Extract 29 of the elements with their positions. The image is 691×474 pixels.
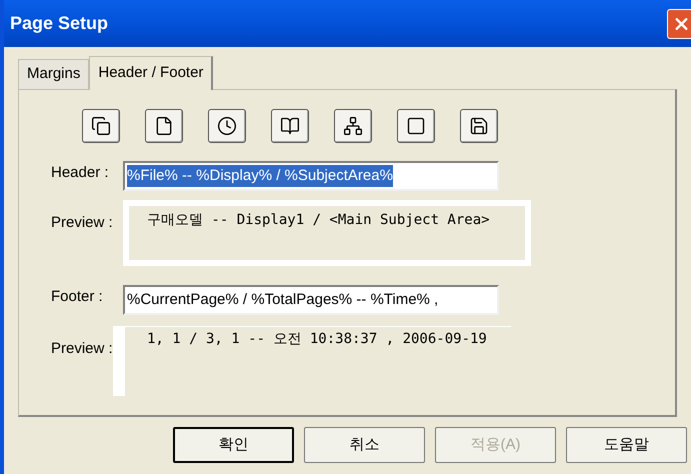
text-field[interactable]: %CurrentPage% / %TotalPages% -- %Time% , [123, 285, 499, 315]
clock-button[interactable] [208, 109, 246, 143]
window-title: Page Setup [10, 12, 108, 35]
tab[interactable]: Header / Footer [89, 56, 214, 90]
header-preview: 구매오델 -- Display1 / <Main Subject Area> [123, 200, 531, 266]
preview-label: Preview : [50, 213, 114, 233]
pages-button[interactable] [82, 109, 120, 143]
close-button[interactable] [667, 8, 691, 38]
preview-label: Preview : [50, 339, 113, 359]
screen-icon [406, 116, 426, 136]
book-button[interactable] [271, 109, 309, 143]
footer-preview: 1, 1 / 3, 1 -- 오전 10:38:37 , 2006-09-19 [113, 326, 511, 396]
dialog-button[interactable]: 확인 [173, 427, 294, 463]
screen-button[interactable] [397, 109, 435, 143]
save-button[interactable] [460, 109, 498, 143]
save-icon [469, 116, 489, 136]
pages-icon [91, 116, 111, 136]
dialog-button[interactable]: 취소 [304, 427, 425, 463]
field-label: Header : [50, 163, 110, 183]
book-icon [280, 116, 300, 136]
clock-icon [217, 116, 237, 136]
text-field[interactable]: %File% -- %Display% / %SubjectArea% [123, 161, 499, 191]
dialog-button[interactable]: 도움말 [566, 427, 687, 463]
tree-icon [343, 116, 363, 136]
field-label: Footer : [50, 287, 104, 307]
tree-button[interactable] [334, 109, 372, 143]
tab[interactable]: Margins [18, 59, 90, 89]
page-button[interactable] [145, 109, 183, 143]
page-icon [154, 116, 174, 136]
